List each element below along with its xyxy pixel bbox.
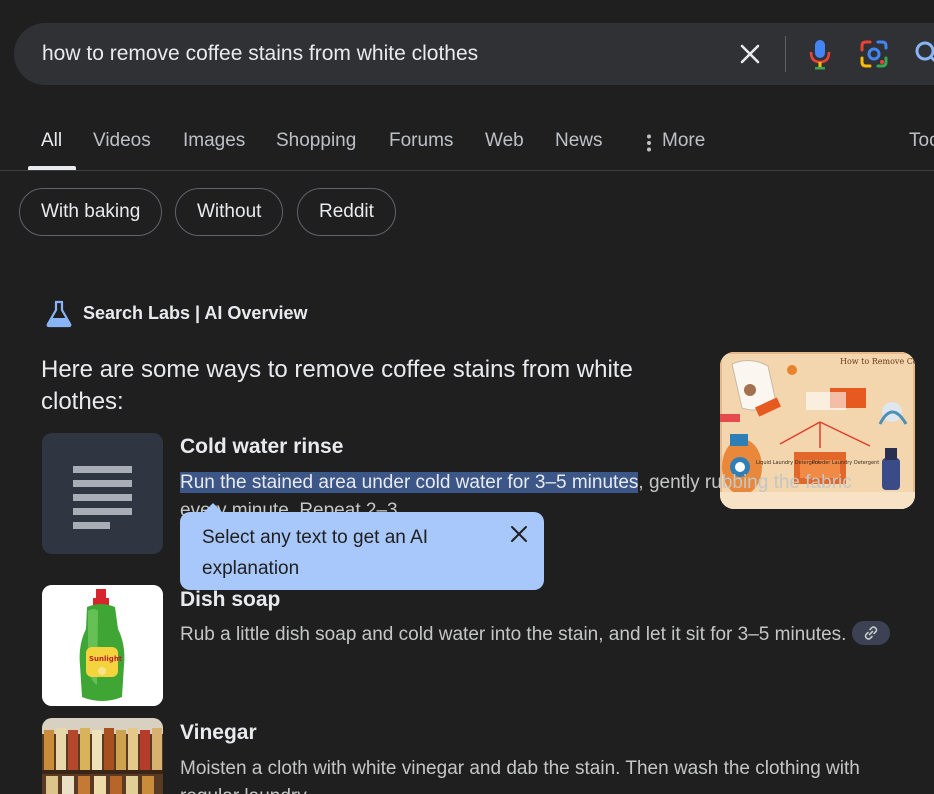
search-bar [14, 23, 934, 85]
tab-news[interactable]: News [555, 130, 603, 152]
ai-overview-header: Search Labs | AI Overview [83, 303, 308, 323]
tab-web[interactable]: Web [485, 130, 524, 152]
svg-text:Sunlight: Sunlight [89, 655, 123, 663]
item-desc-vinegar: Moisten a cloth with white vinegar and d… [180, 758, 860, 794]
infographic-label-powder: Powder Laundry Detergent [812, 460, 879, 466]
close-icon[interactable] [738, 42, 762, 66]
tooltip-text: Select any text to get an AI explanation [202, 527, 429, 579]
tab-shopping[interactable]: Shopping [276, 130, 356, 152]
chip-without[interactable]: Without [175, 188, 284, 236]
infographic-title: How to Remove Coffee Stains on Clothing [840, 357, 915, 366]
tab-images[interactable]: Images [183, 130, 245, 152]
dish-soap-bottle-image: Sunlight [42, 585, 163, 706]
tab-all[interactable]: All [41, 130, 62, 152]
item-title-vinegar: Vinegar [180, 721, 257, 744]
dish-soap-thumbnail[interactable]: Sunlight [42, 585, 163, 706]
tab-more[interactable]: More [662, 130, 705, 152]
searchbar-divider [785, 36, 786, 72]
selected-text-highlight[interactable]: Run the stained area under cold water fo… [180, 472, 639, 493]
flask-icon [46, 300, 72, 328]
link-icon [865, 626, 878, 640]
search-tabs: All Videos Images Shopping Forums Web Ne… [0, 118, 934, 170]
microphone-icon[interactable] [807, 38, 833, 70]
item-desc-dish-soap: Rub a little dish soap and cold water in… [180, 620, 900, 649]
infographic-label-liquid: Liquid Laundry Detergent [756, 460, 820, 466]
more-vert-icon[interactable] [646, 134, 652, 152]
chip-with-baking[interactable]: With baking [19, 188, 163, 236]
search-input[interactable] [42, 23, 722, 85]
close-icon[interactable] [510, 525, 528, 543]
tab-tools[interactable]: Tools [909, 130, 934, 152]
item-desc-dish-soap-text: Rub a little dish soap and cold water in… [180, 624, 847, 645]
search-icon[interactable] [914, 40, 934, 68]
article-lines-icon [73, 466, 132, 529]
search-results-page: All Videos Images Shopping Forums Web Ne… [0, 0, 934, 794]
item-title-dish-soap: Dish soap [180, 588, 281, 611]
source-link-button[interactable] [852, 620, 891, 645]
google-lens-icon[interactable] [859, 39, 889, 69]
vinegar-shelf-image [42, 718, 163, 794]
tab-forums[interactable]: Forums [389, 130, 453, 152]
ai-explanation-tooltip: Select any text to get an AI explanation [180, 512, 544, 590]
item-title-cold-water-rinse: Cold water rinse [180, 435, 344, 458]
chip-reddit[interactable]: Reddit [297, 188, 396, 236]
vinegar-thumbnail[interactable] [42, 718, 163, 794]
ai-overview-intro: Here are some ways to remove coffee stai… [41, 356, 633, 415]
tabs-divider [0, 170, 934, 171]
tab-videos[interactable]: Videos [93, 130, 151, 152]
document-thumbnail[interactable] [42, 433, 163, 554]
